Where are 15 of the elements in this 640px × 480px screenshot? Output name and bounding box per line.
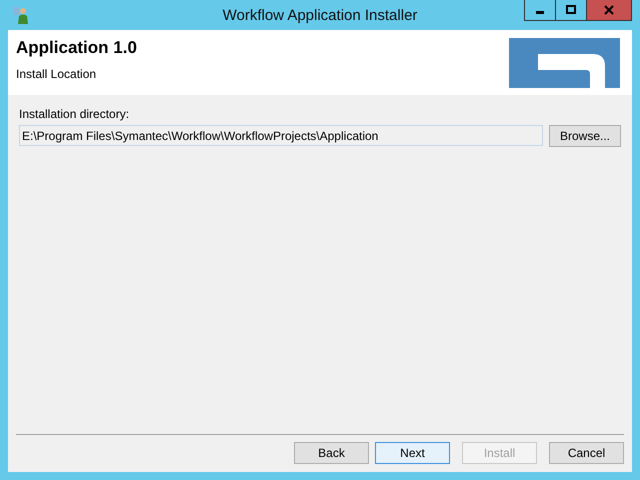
close-icon [604, 5, 614, 15]
wizard-button[interactable]: Cancel [549, 442, 624, 464]
field-label: Installation directory: [19, 107, 130, 121]
person-icon [12, 6, 30, 24]
wizard-button[interactable]: Back [294, 442, 369, 464]
logo-icon [509, 38, 620, 88]
directory-field[interactable]: E:\Program Files\Symantec\Workflow\WorkflowProjects\Application [19, 125, 543, 146]
maximize-icon [566, 5, 576, 15]
close-button[interactable] [586, 0, 632, 21]
page-title: Application 1.0 [16, 38, 137, 58]
browse-button[interactable]: Browse... [548, 125, 621, 147]
window-title: Workflow Application Installer [222, 6, 418, 24]
minimize-button[interactable] [524, 0, 556, 21]
wizard-button[interactable]: Next [375, 442, 450, 464]
page-subtitle: Install Location [16, 67, 98, 81]
